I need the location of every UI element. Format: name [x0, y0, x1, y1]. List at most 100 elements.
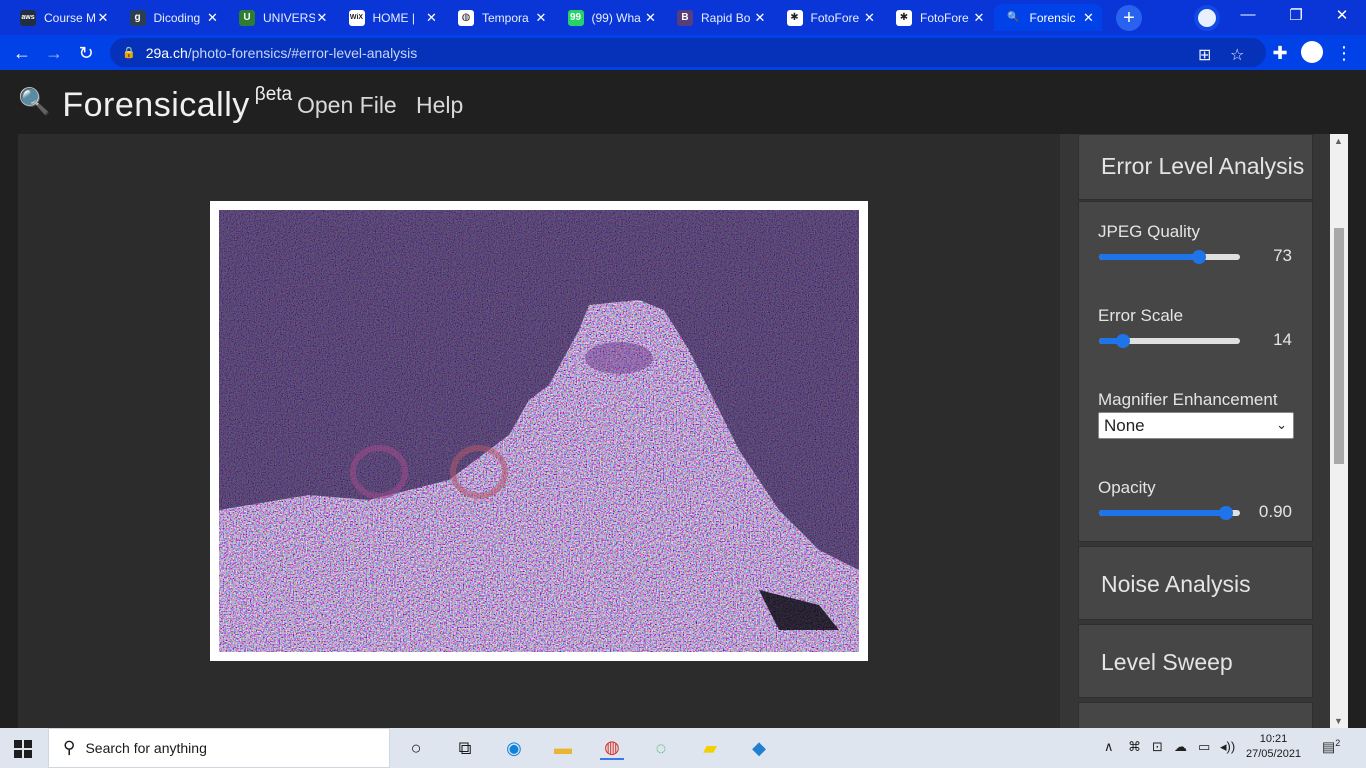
browser-tab[interactable]: 🔍 Forensic ✕	[993, 4, 1102, 31]
sticky-notes-icon[interactable]: ▰	[698, 736, 722, 760]
file-explorer-icon[interactable]: ▬	[551, 736, 575, 760]
close-tab-icon[interactable]: ✕	[863, 10, 877, 26]
profile-avatar[interactable]	[1300, 40, 1324, 64]
browser-tab[interactable]: g Dicoding ✕	[118, 4, 226, 31]
close-tab-icon[interactable]: ✕	[315, 10, 329, 26]
ela-settings: JPEG Quality 73 Error Scale 14 Magnifier…	[1078, 201, 1313, 542]
notification-count: 2	[1335, 738, 1341, 748]
avatar	[1198, 9, 1216, 27]
tab-title: Forensic	[1029, 10, 1076, 25]
app-ring-icon[interactable]: ◌	[649, 736, 673, 760]
page-scrollbar[interactable]: ▲ ▼	[1330, 134, 1348, 728]
close-tab-icon[interactable]: ✕	[753, 10, 767, 26]
wix-icon: WiX	[348, 9, 365, 26]
close-tab-icon[interactable]: ✕	[425, 10, 439, 26]
aws-icon: aws	[20, 9, 36, 26]
restore-button[interactable]: ❐	[1286, 6, 1306, 24]
error-scale-label: Error Scale	[1098, 306, 1184, 325]
browser-tab[interactable]: U UNIVERS ✕	[227, 4, 335, 31]
close-window-button[interactable]: ✕	[1332, 6, 1352, 24]
notification-center-icon[interactable]: ▤2	[1322, 738, 1344, 758]
tab-title: HOME |	[372, 10, 415, 25]
help-link[interactable]: Help	[416, 92, 463, 119]
page-content: 🔍 Forensically βeta Open File Help Error…	[0, 70, 1366, 728]
tab-title: (99) Wha	[591, 10, 641, 25]
browser-tab[interactable]: B Rapid Bo ✕	[665, 4, 773, 31]
browser-tab[interactable]: aws Course M ✕	[8, 4, 116, 31]
translate-icon[interactable]: ⊞	[1198, 45, 1211, 65]
volume-icon[interactable]: ◂))	[1220, 739, 1235, 755]
ela-section-header[interactable]: Error Level Analysis	[1078, 134, 1313, 200]
meet-now-icon[interactable]: ⊡	[1152, 739, 1163, 755]
close-tab-icon[interactable]: ✕	[1082, 10, 1096, 26]
show-hidden-icons[interactable]: ∧	[1104, 739, 1114, 755]
ela-noise-visualization	[219, 210, 859, 652]
close-tab-icon[interactable]: ✕	[206, 10, 220, 26]
new-tab-button[interactable]: +	[1116, 5, 1142, 31]
battery-icon[interactable]: ▭	[1198, 739, 1210, 755]
address-bar[interactable]: 🔒 29a.ch/photo-forensics/#error-level-an…	[110, 38, 1266, 67]
magnifier-icon: 🔍	[18, 86, 51, 116]
task-view-icon[interactable]: ⧉	[453, 736, 477, 760]
magnifier-enhancement-select[interactable]: None ⌄	[1098, 412, 1294, 439]
onedrive-icon[interactable]: ☁	[1174, 739, 1187, 755]
opacity-slider[interactable]	[1099, 506, 1240, 520]
forward-button[interactable]: →	[42, 41, 66, 65]
cortana-icon[interactable]: ○	[404, 736, 428, 760]
scroll-up-icon[interactable]: ▲	[1334, 136, 1343, 146]
close-tab-icon[interactable]: ✕	[972, 10, 986, 26]
extensions-icon[interactable]: ✚	[1268, 41, 1292, 65]
browser-tab[interactable]: ✱ FotoFore ✕	[884, 4, 992, 31]
close-tab-icon[interactable]: ✕	[96, 10, 110, 26]
browser-menu-icon[interactable]: ⋮	[1332, 41, 1356, 65]
magnifier-icon: 🔍	[1005, 9, 1022, 26]
jpeg-quality-label: JPEG Quality	[1098, 222, 1201, 241]
chrome-icon[interactable]: ◍	[600, 736, 624, 760]
image-canvas-area[interactable]	[18, 134, 1060, 728]
url-path: /photo-forensics/#error-level-analysis	[187, 44, 418, 61]
close-tab-icon[interactable]: ✕	[534, 10, 548, 26]
chevron-down-icon: ⌄	[1276, 417, 1287, 432]
scroll-down-icon[interactable]: ▼	[1334, 716, 1343, 726]
close-tab-icon[interactable]: ✕	[644, 10, 658, 26]
minimize-button[interactable]: —	[1238, 6, 1258, 23]
open-file-link[interactable]: Open File	[297, 92, 397, 119]
error-scale-value: 14	[1273, 330, 1292, 349]
app-title: Forensically	[62, 86, 250, 124]
clock-time: 10:21	[1259, 733, 1288, 745]
system-clock[interactable]: 10:21 27/05/2021	[1246, 732, 1301, 762]
profile-avatar-button[interactable]	[1194, 5, 1220, 31]
error-scale-slider[interactable]	[1099, 334, 1240, 348]
windows-start-icon[interactable]	[14, 740, 32, 758]
back-button[interactable]: ←	[10, 41, 34, 65]
browser-toolbar: ← → ↻ 🔒 29a.ch/photo-forensics/#error-le…	[0, 35, 1366, 70]
scrollbar-thumb[interactable]	[1334, 228, 1344, 464]
level-sweep-section[interactable]: Level Sweep	[1078, 624, 1313, 698]
network-icon[interactable]: ⌘	[1128, 739, 1141, 755]
taskbar-search-box[interactable]: ⚲ Search for anything	[48, 728, 390, 768]
reload-button[interactable]: ↻	[74, 41, 98, 65]
url-host: 29a.ch	[145, 44, 188, 61]
tab-title: UNIVERS	[263, 10, 315, 25]
globe-icon: ◍	[458, 9, 474, 26]
fotoforensics-icon: ✱	[896, 9, 912, 26]
tab-title: Rapid Bo	[701, 10, 751, 25]
jpeg-quality-slider[interactable]	[1099, 250, 1240, 264]
browser-tab[interactable]: ✱ FotoFore ✕	[775, 4, 883, 31]
browser-tab[interactable]: 99 (99) Wha ✕	[556, 4, 664, 31]
ela-title: Error Level Analysis	[1101, 153, 1305, 179]
ela-result-image[interactable]	[219, 210, 859, 652]
opacity-value: 0.90	[1258, 502, 1292, 521]
bookmark-star-icon[interactable]: ☆	[1230, 45, 1244, 65]
edge-icon[interactable]: ◉	[502, 736, 526, 760]
vscode-icon[interactable]: ◆	[747, 736, 771, 760]
browser-tab[interactable]: ◍ Tempora ✕	[446, 4, 554, 31]
dicoding-icon: g	[129, 9, 146, 26]
lock-icon: 🔒	[122, 47, 136, 59]
search-icon: ⚲	[63, 738, 76, 757]
noise-analysis-section[interactable]: Noise Analysis	[1078, 546, 1313, 620]
next-tool-section[interactable]	[1078, 702, 1313, 728]
image-frame	[210, 201, 868, 661]
browser-tab[interactable]: WiX HOME | ✕	[337, 4, 445, 31]
whatsapp-icon: 99	[567, 9, 584, 26]
